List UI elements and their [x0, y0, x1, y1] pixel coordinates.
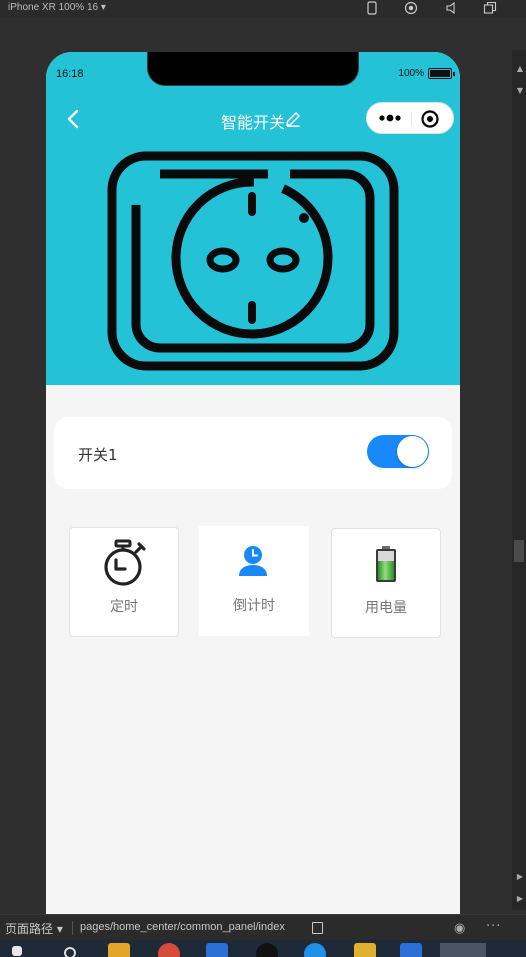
os-taskbar — [0, 940, 526, 957]
countdown-label: 倒计时 — [233, 598, 275, 614]
more-icon[interactable] — [375, 109, 407, 127]
close-target-icon[interactable] — [419, 108, 441, 130]
switch-card: 开关1 — [54, 417, 452, 489]
search-icon[interactable] — [64, 947, 76, 957]
record-icon[interactable] — [403, 1, 419, 17]
page-path-bar: 页面路径 ▾ pages/home_center/common_panel/in… — [0, 914, 526, 940]
navigation-bar: 智能开关 — [46, 102, 460, 138]
scroll-right-icon-2[interactable]: ▶ — [517, 894, 523, 903]
devtools-toolbar: iPhone XR 100% 16 ▾ — [0, 0, 526, 18]
phone-screen: 16:18 100% 智能开关 开关1 定时 倒计时 用电量 — [46, 52, 460, 914]
user-clock-icon — [199, 544, 309, 578]
power-usage-label: 用电量 — [365, 600, 407, 616]
toggle-knob — [397, 436, 428, 467]
path-divider — [72, 921, 73, 935]
scroll-right-icon[interactable]: ▶ — [517, 872, 523, 881]
messenger-icon[interactable] — [400, 943, 422, 957]
switch-label: 开关1 — [78, 446, 118, 464]
status-battery-icon — [428, 68, 455, 79]
phone-icon[interactable] — [364, 1, 380, 17]
battery-percent: 100% — [398, 68, 424, 79]
device-selector[interactable]: iPhone XR 100% 16 ▾ — [8, 2, 106, 13]
page-path-toggle[interactable]: 页面路径 ▾ — [5, 920, 63, 937]
phone-notch — [147, 52, 359, 86]
battery-icon — [332, 545, 440, 583]
scroll-thumb[interactable] — [514, 540, 524, 562]
simulator-scrollbar[interactable]: ▲ ▼ ▶ ▶ — [512, 50, 526, 910]
browser-icon[interactable] — [304, 943, 326, 957]
power-usage-tile[interactable]: 用电量 — [331, 528, 441, 638]
status-time: 16:18 — [56, 68, 84, 80]
window-icon[interactable] — [482, 1, 498, 17]
chrome-icon[interactable] — [158, 943, 180, 957]
timer-label: 定时 — [110, 599, 138, 615]
hero-banner: 16:18 100% 智能开关 — [46, 52, 460, 385]
eye-icon[interactable]: ◉ — [454, 921, 465, 936]
menu-capsule — [366, 102, 454, 134]
pencil-app-icon[interactable] — [354, 943, 376, 957]
scroll-down-icon[interactable]: ▼ — [517, 86, 523, 95]
more-options-icon[interactable]: ··· — [486, 919, 501, 934]
mail-icon[interactable] — [206, 943, 228, 957]
timer-tile[interactable]: 定时 — [69, 527, 179, 637]
qq-icon[interactable] — [256, 943, 278, 957]
page-path-value: pages/home_center/common_panel/index — [80, 921, 285, 933]
windows-start-icon[interactable] — [12, 946, 22, 956]
edit-icon[interactable] — [284, 110, 302, 128]
status-battery: 100% — [398, 68, 455, 79]
switch-toggle[interactable] — [367, 435, 429, 468]
timer-icon — [70, 538, 178, 586]
copy-icon[interactable] — [312, 922, 323, 934]
speaker-icon[interactable] — [443, 1, 459, 17]
folder-icon[interactable] — [108, 943, 130, 957]
countdown-tile[interactable]: 倒计时 — [199, 526, 309, 636]
scroll-up-icon[interactable]: ▲ — [517, 64, 523, 73]
active-app-icon[interactable] — [440, 943, 486, 957]
capsule-divider — [411, 112, 412, 126]
socket-device-image — [106, 150, 400, 372]
